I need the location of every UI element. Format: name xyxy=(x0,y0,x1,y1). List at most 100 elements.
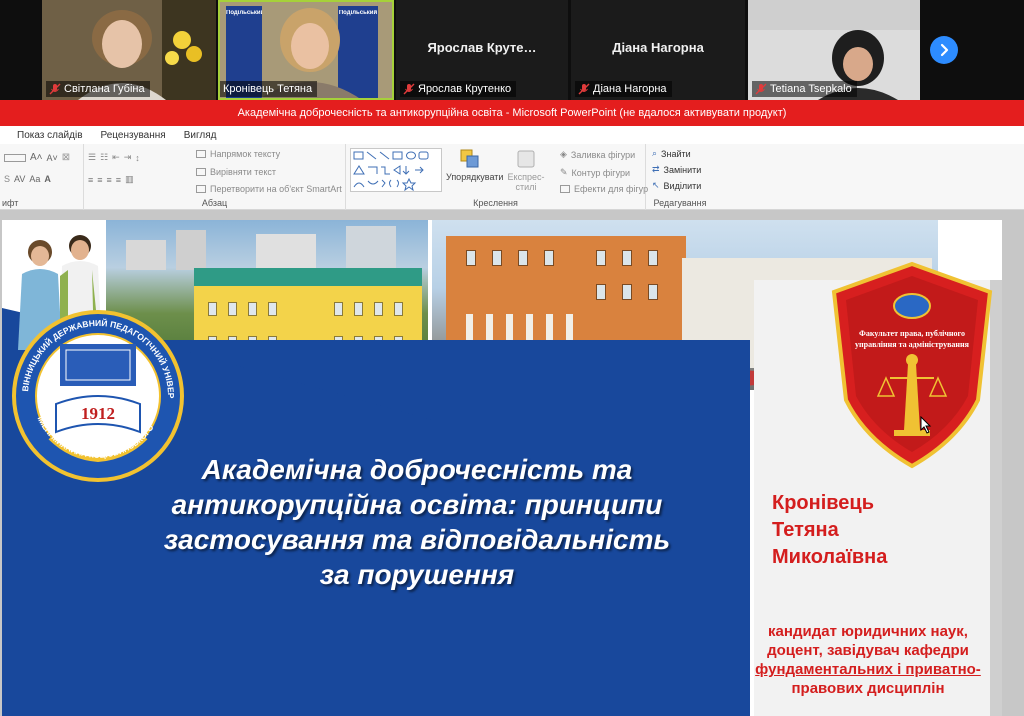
participant-name: Діана Нагорна xyxy=(593,83,667,95)
align-text-icon xyxy=(196,168,206,176)
tab-slideshow[interactable]: Показ слайдів xyxy=(8,130,92,141)
group-label: Абзац xyxy=(201,198,228,208)
shield-text: управління та адміністрування xyxy=(855,340,970,349)
text-direction-label: Напрямок тексту xyxy=(210,149,281,159)
group-label: Редагування xyxy=(653,198,707,208)
banner-text: Подільський xyxy=(226,10,262,16)
convert-smartart-button[interactable]: Перетворити на об'єкт SmartArt xyxy=(196,184,342,194)
screen: Світлана Губіна Подільський Подільський … xyxy=(0,0,1024,716)
ribbon-tabs: Показ слайдів Рецензування Вигляд xyxy=(0,126,1024,144)
participant-tile[interactable]: Ярослав Круте… Ярослав Крутенко xyxy=(396,0,568,100)
align-left-icon[interactable]: ≡ xyxy=(88,175,93,185)
shrink-font-icon[interactable]: A˅ xyxy=(47,153,58,163)
slide-title-line: застосування та відповідальність xyxy=(163,524,671,555)
shapes-icons xyxy=(353,151,429,192)
select-button[interactable]: ↖ Виділити xyxy=(652,180,701,191)
ribbon-group-editing: ⌕ Знайти ⇄ Замінити ↖ Виділити Редагуван… xyxy=(646,144,714,210)
font-format-row: S AV Aa A xyxy=(4,174,51,184)
faculty-shield: Факультет права, публічного управління т… xyxy=(831,261,993,469)
ribbon-group-font: A˄ A˅ ⊠ S AV Aa A ифт xyxy=(0,144,84,210)
participant-name-label: Діана Нагорна xyxy=(575,81,672,97)
participant-name-label: Кронівець Тетяна xyxy=(220,81,318,97)
shape-effects-button[interactable]: Ефекти для фігур xyxy=(560,184,648,194)
decrease-indent-icon[interactable]: ⇤ xyxy=(112,152,120,163)
next-participants-button[interactable] xyxy=(930,36,958,64)
quick-styles-icon xyxy=(517,150,535,168)
presenter-name-line: Тетяна xyxy=(772,519,839,541)
numbering-icon[interactable]: ☷ xyxy=(100,152,108,163)
participant-display-name: Ярослав Круте… xyxy=(427,40,537,55)
participant-tile[interactable]: Світлана Губіна xyxy=(42,0,216,100)
font-size-dropdown[interactable] xyxy=(4,153,26,162)
participant-name-label: Світлана Губіна xyxy=(46,81,150,97)
mic-muted-icon xyxy=(403,83,415,95)
participant-name: Tetiana Tsepkalo xyxy=(770,83,852,95)
arrange-icon xyxy=(460,149,479,168)
shape-outline-button[interactable]: ✎ Контур фігури xyxy=(560,167,630,178)
slide-title-line: антикорупційна освіта: принципи xyxy=(171,489,663,520)
find-label: Знайти xyxy=(661,148,691,159)
mic-muted-icon xyxy=(755,83,767,95)
tab-review[interactable]: Рецензування xyxy=(92,130,175,141)
slide[interactable]: 1912 ВІННИЦЬКИЙ ДЕРЖАВНИЙ ПЕДАГОГІЧНИЙ У… xyxy=(2,220,1002,716)
align-center-icon[interactable]: ≡ xyxy=(97,175,102,185)
select-label: Виділити xyxy=(663,180,702,191)
underlined-text: фундаментальних і приватно- xyxy=(755,661,981,678)
font-color-icon[interactable]: A xyxy=(44,174,51,184)
presenter-position-line: фундаментальних і приватно- xyxy=(732,660,1002,679)
spacing-icon[interactable]: AV xyxy=(14,174,25,184)
participant-name: Світлана Губіна xyxy=(64,83,145,95)
shadow-icon[interactable]: S xyxy=(4,174,10,184)
grow-font-icon[interactable]: A˄ xyxy=(30,152,43,163)
change-case-icon[interactable]: Aa xyxy=(29,174,40,184)
justify-icon[interactable]: ≡ xyxy=(116,175,121,185)
presenter-position-line: правових дисциплін xyxy=(791,680,945,697)
participant-name-label: Tetiana Tsepkalo xyxy=(752,81,857,97)
mic-muted-icon xyxy=(578,83,590,95)
slide-title[interactable]: Академічна доброчесність та антикорупцій… xyxy=(122,452,712,592)
presenter-position-line: доцент, завідувач кафедри xyxy=(767,642,969,659)
presenter-name[interactable]: Кронівець Тетяна Миколаївна xyxy=(772,490,972,571)
text-direction-icon xyxy=(196,150,206,158)
banner-text: Подільський xyxy=(338,10,378,16)
paragraph-row-2: ≡ ≡ ≡ ≡ ▥ xyxy=(88,174,134,185)
participant-tile-active-speaker[interactable]: Подільський Подільський Кронівець Тетяна xyxy=(218,0,394,100)
mic-muted-icon xyxy=(49,83,61,95)
increase-indent-icon[interactable]: ⇥ xyxy=(124,152,132,163)
arrange-button[interactable]: Упорядкувати xyxy=(446,146,504,192)
text-direction-button[interactable]: Напрямок тексту xyxy=(196,149,280,159)
chevron-right-icon xyxy=(940,43,949,57)
replace-icon: ⇄ xyxy=(652,164,660,174)
group-label: Креслення xyxy=(473,198,518,208)
presenter-position[interactable]: кандидат юридичних наук, доцент, завідув… xyxy=(732,622,1002,698)
arrange-label: Упорядкувати xyxy=(446,172,504,182)
presenter-position-line: кандидат юридичних наук, xyxy=(768,623,968,640)
mouse-cursor-icon xyxy=(920,416,932,434)
shape-fill-button[interactable]: ◈ Заливка фігури xyxy=(560,149,635,160)
participant-strip: Світлана Губіна Подільський Подільський … xyxy=(0,0,1024,100)
replace-button[interactable]: ⇄ Замінити xyxy=(652,164,701,175)
columns-icon[interactable]: ▥ xyxy=(125,174,134,185)
group-label: ифт xyxy=(2,198,19,208)
ribbon: A˄ A˅ ⊠ S AV Aa A ифт ☰ ☷ ⇤ ⇥ ↕ ≡ ≡ ≡ ≡ … xyxy=(0,144,1024,210)
replace-label: Замінити xyxy=(663,164,702,175)
slide-editor[interactable]: 1912 ВІННИЦЬКИЙ ДЕРЖАВНИЙ ПЕДАГОГІЧНИЙ У… xyxy=(0,210,1024,716)
clear-format-icon[interactable]: ⊠ xyxy=(62,152,70,163)
line-spacing-icon[interactable]: ↕ xyxy=(135,153,140,163)
binoculars-icon: ⌕ xyxy=(652,148,658,158)
shape-outline-label: Контур фігури xyxy=(571,167,631,178)
align-text-button[interactable]: Вирівняти текст xyxy=(196,167,276,177)
participant-tile[interactable]: Tetiana Tsepkalo xyxy=(748,0,920,100)
slide-title-line: Академічна доброчесність та xyxy=(201,454,633,485)
tab-view[interactable]: Вигляд xyxy=(175,130,226,141)
find-button[interactable]: ⌕ Знайти xyxy=(652,148,691,159)
shield-text: Факультет права, публічного xyxy=(859,329,965,338)
quick-styles-button[interactable]: Експрес-стилі xyxy=(498,146,554,192)
align-text-label: Вирівняти текст xyxy=(210,167,276,177)
align-right-icon[interactable]: ≡ xyxy=(107,175,112,185)
font-size-row: A˄ A˅ ⊠ xyxy=(4,152,70,163)
participant-tile[interactable]: Діана Нагорна Діана Нагорна xyxy=(571,0,745,100)
bullets-icon[interactable]: ☰ xyxy=(88,152,96,163)
shapes-gallery[interactable] xyxy=(350,148,442,192)
slide-title-line: за порушення xyxy=(319,559,515,590)
